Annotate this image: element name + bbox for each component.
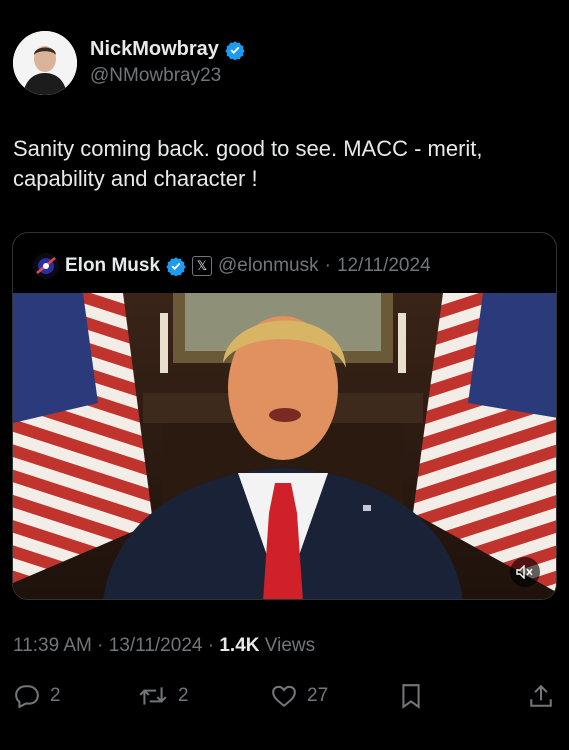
muted-speaker-icon (516, 565, 533, 579)
share-button[interactable] (528, 676, 554, 716)
quoted-avatar[interactable] (33, 253, 59, 279)
quoted-handle[interactable]: @elonmusk (218, 255, 319, 277)
share-icon (530, 684, 552, 707)
author-block: NickMowbray @NMowbray23 (90, 38, 245, 87)
tweet-date[interactable]: 13/11/2024 (109, 635, 203, 656)
tweet-meta: 11:39 AM · 13/11/2024 · 1.4K Views (13, 635, 315, 657)
reply-count: 2 (50, 685, 61, 706)
quoted-tweet[interactable]: Elon Musk 𝕏 @elonmusk · 12/11/2024 (12, 232, 557, 600)
author-avatar[interactable] (13, 31, 77, 95)
video-player[interactable] (13, 293, 556, 599)
reply-button[interactable]: 2 (14, 676, 61, 716)
heart-icon (272, 685, 296, 708)
mute-toggle-button[interactable] (510, 557, 540, 587)
tweet-text: Sanity coming back. good to see. MACC - … (13, 136, 483, 191)
meta-separator-2: · (207, 635, 215, 656)
repost-button[interactable]: 2 (138, 676, 189, 716)
quoted-date[interactable]: 12/11/2024 (337, 255, 431, 277)
affiliate-x-badge: 𝕏 (192, 256, 213, 276)
reply-icon (15, 685, 39, 709)
quoted-verified-badge-icon (166, 257, 186, 276)
meta-separator: · (97, 635, 104, 656)
views-count: 1.4K (219, 635, 260, 656)
bookmark-button[interactable] (399, 676, 423, 716)
repost-icon (139, 687, 167, 705)
like-button[interactable]: 27 (271, 676, 328, 716)
quoted-display-name[interactable]: Elon Musk (65, 255, 160, 277)
video-frame (13, 293, 556, 599)
author-display-name[interactable]: NickMowbray (90, 38, 219, 61)
quoted-separator: · (324, 255, 331, 276)
quoted-header: Elon Musk 𝕏 @elonmusk · 12/11/2024 (33, 253, 431, 279)
bookmark-icon (402, 684, 420, 709)
action-bar: 2 2 27 (0, 676, 569, 716)
verified-badge-icon (225, 40, 245, 60)
views-label: Views (264, 635, 316, 656)
repost-count: 2 (178, 685, 189, 706)
like-count: 27 (307, 685, 329, 706)
tweet-time[interactable]: 11:39 AM (13, 635, 92, 656)
author-handle[interactable]: @NMowbray23 (90, 65, 245, 87)
